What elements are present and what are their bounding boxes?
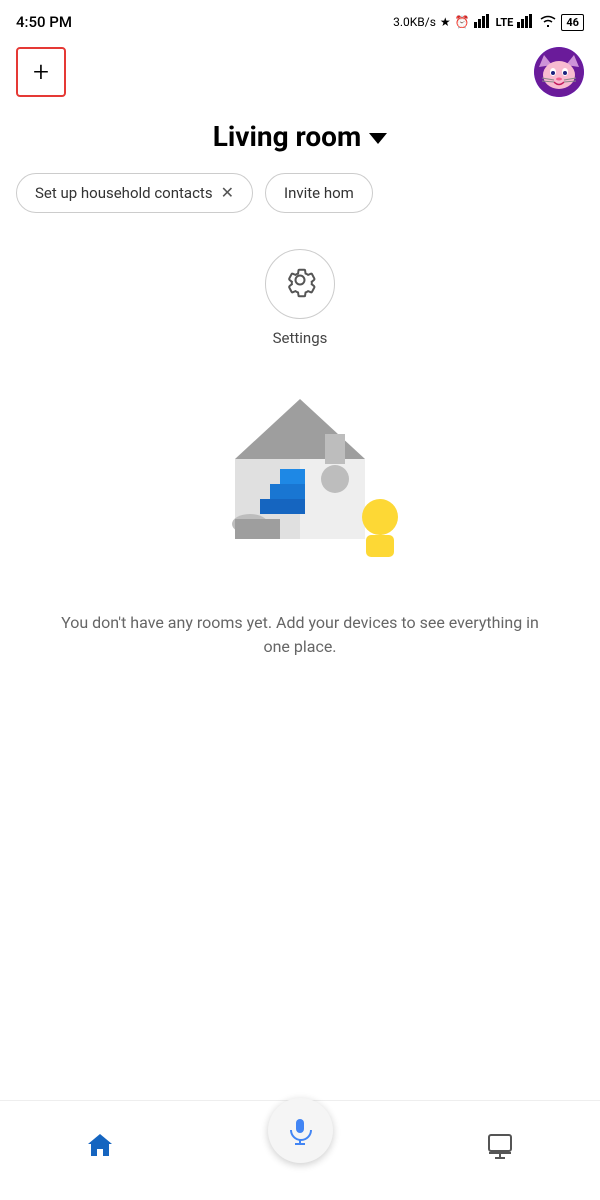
mic-icon [285,1116,315,1146]
avatar[interactable] [534,47,584,97]
wifi-icon [539,14,557,31]
mic-button[interactable] [268,1098,333,1163]
title-section: Living room [0,104,600,161]
bluetooth-icon: ★ [440,15,451,29]
chips-row: Set up household contacts ✕ Invite hom [0,161,600,225]
home-icon [84,1130,116,1162]
status-icons: 3.0KB/s ★ ⏰ LTE 46 [393,14,584,31]
add-button[interactable]: + [16,47,66,97]
settings-section: Settings [0,225,600,363]
chip-label-household: Set up household contacts [35,184,213,202]
bottom-nav-bar [0,1100,600,1200]
house-illustration [170,379,430,579]
illustration-section [0,363,600,595]
alarm-icon: ⏰ [455,15,470,29]
signal-icon-1 [474,14,492,31]
gear-icon [282,262,318,306]
chip-close-icon[interactable]: ✕ [221,185,234,201]
plus-icon: + [33,58,49,86]
mic-button-container [200,1098,400,1163]
empty-state-message: You don't have any rooms yet. Add your d… [61,613,539,656]
status-time: 4:50 PM [16,13,72,31]
nav-devices[interactable] [400,1131,600,1161]
lte-icon: LTE [496,16,514,29]
chip-label-invite: Invite hom [284,184,354,202]
signal-icon-2 [517,14,535,31]
household-contacts-chip[interactable]: Set up household contacts ✕ [16,173,253,213]
devices-icon [485,1131,515,1161]
battery-icon: 46 [561,14,584,31]
data-speed: 3.0KB/s [393,15,436,29]
room-title-button[interactable]: Living room [213,120,388,153]
status-bar: 4:50 PM 3.0KB/s ★ ⏰ LTE 46 [0,0,600,40]
room-title-text: Living room [213,120,362,153]
invite-home-chip[interactable]: Invite hom [265,173,373,213]
nav-home[interactable] [0,1130,200,1162]
empty-state-text: You don't have any rooms yet. Add your d… [0,595,600,675]
settings-button[interactable] [265,249,335,319]
settings-label: Settings [273,329,328,347]
top-bar: + [0,40,600,104]
chevron-down-icon [369,133,387,144]
